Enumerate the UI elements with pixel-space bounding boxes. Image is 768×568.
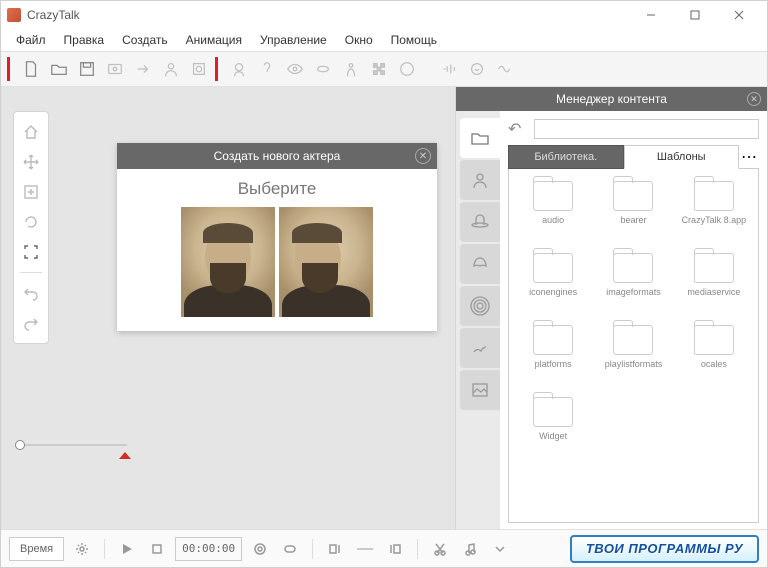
app-title: CrazyTalk [27, 8, 80, 22]
dialog-close-icon[interactable]: ✕ [415, 148, 431, 164]
menu-animation[interactable]: Анимация [177, 33, 251, 47]
timeline-handle[interactable] [15, 440, 25, 450]
folder-item[interactable]: mediaservice [674, 249, 754, 321]
range-icon[interactable]: — [353, 537, 377, 561]
checker-icon[interactable] [365, 55, 393, 83]
path-input[interactable] [534, 119, 759, 139]
menu-help[interactable]: Помощь [382, 33, 446, 47]
cut-icon[interactable] [428, 537, 452, 561]
timeline[interactable] [1, 437, 143, 453]
eye-icon[interactable] [281, 55, 309, 83]
head-icon[interactable] [225, 55, 253, 83]
main-toolbar [1, 51, 767, 87]
menu-control[interactable]: Управление [251, 33, 336, 47]
folder-item[interactable]: bearer [593, 177, 673, 249]
category-folder-icon[interactable] [460, 118, 500, 158]
more-icon[interactable]: ⋯ [739, 147, 759, 167]
folder-item[interactable]: Widget [513, 393, 593, 465]
folder-item[interactable]: CrazyTalk 8.app [674, 177, 754, 249]
content-manager-panel: Менеджер контента ✕ ↶ Библиотека. [455, 87, 767, 529]
category-image-icon[interactable] [460, 370, 500, 410]
ear-icon[interactable] [253, 55, 281, 83]
undo-icon[interactable] [17, 279, 45, 307]
marker-out-icon[interactable] [383, 537, 407, 561]
rotate-icon[interactable] [17, 208, 45, 236]
open-file-icon[interactable] [45, 55, 73, 83]
fullscreen-icon[interactable] [17, 238, 45, 266]
panel-title: Менеджер контента ✕ [456, 87, 767, 111]
menu-create[interactable]: Создать [113, 33, 177, 47]
new-file-icon[interactable] [17, 55, 45, 83]
back-icon[interactable]: ↶ [508, 119, 528, 139]
loop-icon[interactable] [278, 537, 302, 561]
close-button[interactable] [717, 1, 761, 29]
folder-item[interactable]: ocales [674, 321, 754, 393]
home-icon[interactable] [17, 118, 45, 146]
redo-icon[interactable] [17, 309, 45, 337]
tab-templates[interactable]: Шаблоны [624, 145, 740, 169]
wave-icon[interactable] [491, 55, 519, 83]
time-button[interactable]: Время [9, 537, 64, 561]
category-audio-icon[interactable] [460, 286, 500, 326]
choose-label: Выберите [129, 179, 425, 199]
body-icon[interactable] [337, 55, 365, 83]
view-tools [13, 111, 49, 344]
toolbar-separator [215, 57, 219, 81]
panel-close-icon[interactable]: ✕ [747, 92, 761, 106]
move-icon[interactable] [17, 148, 45, 176]
actor-photo-side[interactable] [279, 207, 373, 317]
render-icon[interactable] [185, 55, 213, 83]
canvas-area[interactable]: Создать нового актера ✕ Выберите [1, 87, 455, 529]
watermark: ТВОИ ПРОГРАММЫ РУ [570, 535, 759, 563]
actor-photo-front[interactable] [181, 207, 275, 317]
mouth-icon[interactable] [309, 55, 337, 83]
voice-icon[interactable] [463, 55, 491, 83]
divider [20, 272, 42, 273]
play-icon[interactable] [115, 537, 139, 561]
folder-item[interactable]: platforms [513, 321, 593, 393]
category-motion-icon[interactable] [460, 328, 500, 368]
timeline-end-marker [119, 452, 131, 459]
menu-window[interactable]: Окно [336, 33, 382, 47]
menubar: Файл Правка Создать Анимация Управление … [1, 29, 767, 51]
chevron-down-icon[interactable] [488, 537, 512, 561]
export-icon[interactable] [129, 55, 157, 83]
menu-file[interactable]: Файл [7, 33, 55, 47]
toolbar-separator [7, 57, 11, 81]
gear-icon[interactable] [248, 537, 272, 561]
folder-item[interactable]: audio [513, 177, 593, 249]
face-icon[interactable] [393, 55, 421, 83]
settings-icon[interactable] [70, 537, 94, 561]
marker-in-icon[interactable] [323, 537, 347, 561]
actor-icon[interactable] [157, 55, 185, 83]
bottom-bar: Время 00:00:00 — ТВОИ ПРОГРАММЫ РУ [1, 529, 767, 567]
menu-edit[interactable]: Правка [55, 33, 114, 47]
timecode[interactable]: 00:00:00 [175, 537, 242, 561]
folder-grid: audio bearer CrazyTalk 8.app iconengines… [508, 169, 759, 523]
dialog-title: Создать нового актера ✕ [117, 143, 437, 169]
folder-item[interactable]: playlistformats [593, 321, 673, 393]
preview-icon[interactable] [101, 55, 129, 83]
category-hat-icon[interactable] [460, 202, 500, 242]
zoom-icon[interactable] [17, 178, 45, 206]
category-actor-icon[interactable] [460, 160, 500, 200]
create-actor-dialog: Создать нового актера ✕ Выберите [117, 143, 437, 331]
stop-icon[interactable] [145, 537, 169, 561]
app-icon [7, 8, 21, 22]
category-hair-icon[interactable] [460, 244, 500, 284]
note-icon[interactable] [458, 537, 482, 561]
save-file-icon[interactable] [73, 55, 101, 83]
folder-item[interactable]: imageformats [593, 249, 673, 321]
minimize-button[interactable] [629, 1, 673, 29]
folder-item[interactable]: iconengines [513, 249, 593, 321]
audio-icon[interactable] [435, 55, 463, 83]
tab-library[interactable]: Библиотека. [508, 145, 624, 169]
maximize-button[interactable] [673, 1, 717, 29]
